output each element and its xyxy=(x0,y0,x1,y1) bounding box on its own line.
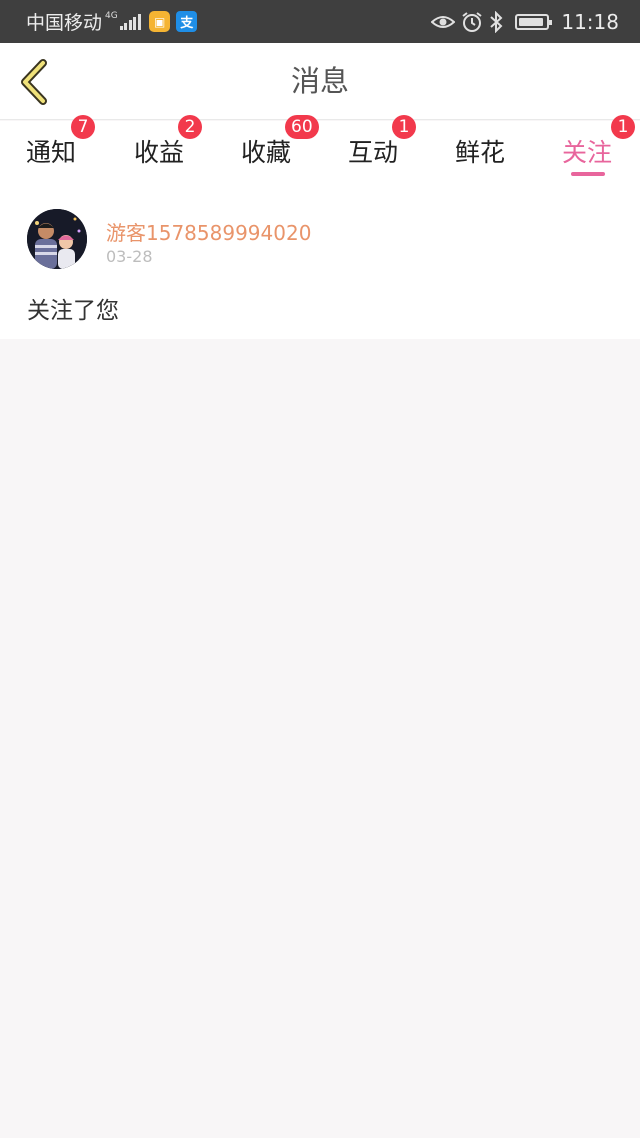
notification-app-icon: ▣ xyxy=(149,11,171,32)
status-bar: 中国移动 4G ▣ 支 11:18 xyxy=(0,0,640,43)
tab-label: 收藏 xyxy=(241,138,292,167)
active-tab-indicator xyxy=(571,172,605,176)
message-date: 03-28 xyxy=(106,247,153,266)
tab-badge: 2 xyxy=(178,115,202,139)
bluetooth-icon xyxy=(489,10,503,33)
tab-following[interactable]: 关注 1 xyxy=(535,115,640,181)
tab-earnings[interactable]: 收益 2 xyxy=(107,115,214,181)
tab-label: 收益 xyxy=(134,138,185,167)
avatar-image xyxy=(27,209,87,269)
message-text: 关注了您 xyxy=(27,298,119,324)
tab-label: 通知 xyxy=(26,138,77,167)
tab-notifications[interactable]: 通知 7 xyxy=(0,115,107,181)
tab-label: 互动 xyxy=(348,138,399,167)
tab-interactions[interactable]: 互动 1 xyxy=(321,115,428,181)
tab-flowers[interactable]: 鲜花 xyxy=(428,121,535,181)
tab-badge: 7 xyxy=(71,115,95,139)
tab-badge: 60 xyxy=(285,115,319,139)
battery-icon xyxy=(515,13,553,30)
message-list: 游客1578589994020 03-28 关注了您 xyxy=(0,181,640,339)
message-tabs: 通知 7 收益 2 收藏 60 互动 1 鲜花 关注 1 xyxy=(0,115,640,181)
status-bar-right: 11:18 xyxy=(425,0,619,43)
alarm-icon xyxy=(461,11,483,33)
tab-label: 关注 xyxy=(562,138,613,167)
carrier-name: 中国移动 xyxy=(26,12,103,34)
eye-icon xyxy=(431,14,456,30)
tab-badge: 1 xyxy=(392,115,416,139)
signal-icon xyxy=(119,13,143,30)
tab-favorites[interactable]: 收藏 60 xyxy=(214,115,321,181)
battery-level xyxy=(519,17,543,26)
top-nav-bar: 消息 xyxy=(0,43,640,120)
status-bar-left: 中国移动 4G ▣ 支 xyxy=(26,0,198,43)
list-item[interactable]: 游客1578589994020 03-28 关注了您 xyxy=(0,181,640,339)
page-title: 消息 xyxy=(290,64,349,98)
message-username[interactable]: 游客1578589994020 xyxy=(106,217,311,246)
tab-label: 鲜花 xyxy=(455,138,506,167)
network-type: 4G xyxy=(105,11,118,21)
tab-badge: 1 xyxy=(611,115,635,139)
status-time: 11:18 xyxy=(561,9,619,34)
avatar[interactable] xyxy=(27,209,87,269)
alipay-icon: 支 xyxy=(176,11,198,32)
